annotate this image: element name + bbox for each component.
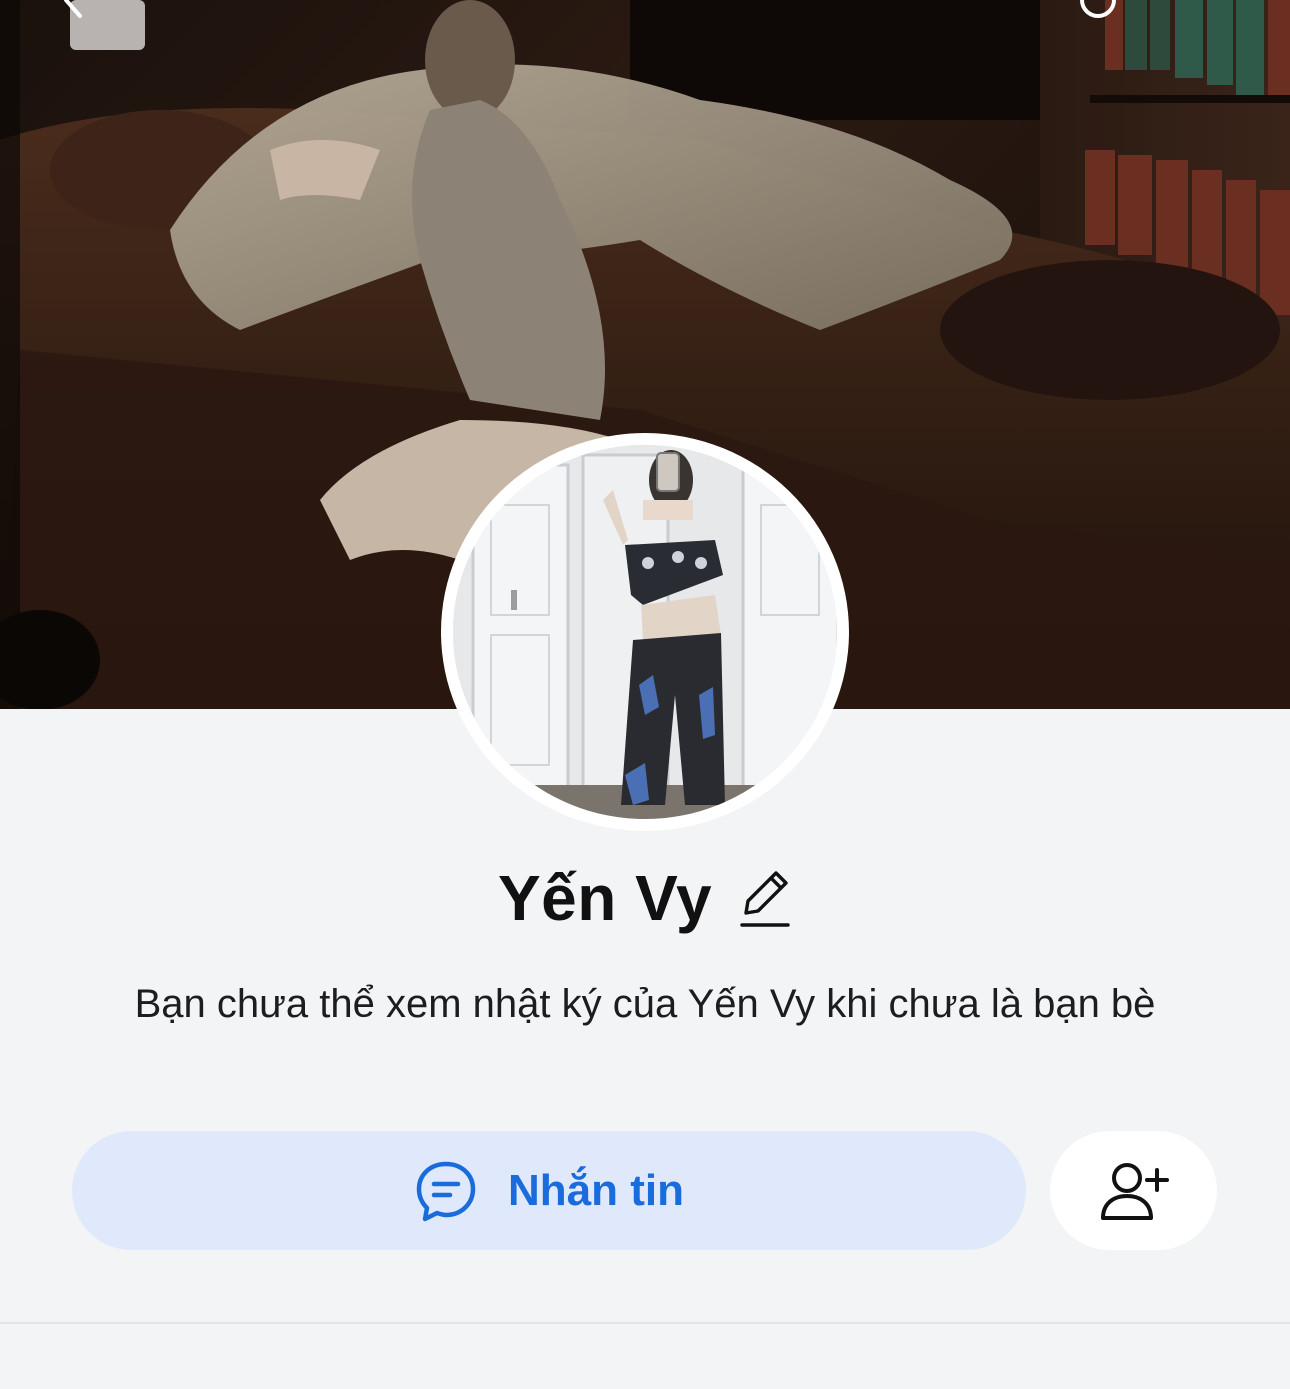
options-icon[interactable]: [1076, 0, 1120, 22]
message-button-label: Nhắn tin: [508, 1165, 684, 1215]
profile-name-row: Yến Vy: [0, 858, 1290, 938]
privacy-message: Bạn chưa thể xem nhật ký của Yến Vy khi …: [134, 982, 1156, 1026]
divider: [0, 1322, 1290, 1324]
pencil-icon[interactable]: [738, 869, 792, 931]
profile-name: Yến Vy: [497, 862, 713, 934]
back-icon[interactable]: [52, 0, 96, 22]
avatar-image: [453, 445, 837, 819]
add-friend-button[interactable]: [1050, 1131, 1217, 1250]
chat-bubble-icon: [416, 1161, 476, 1221]
add-friend-icon: [1100, 1162, 1169, 1220]
message-button[interactable]: Nhắn tin: [72, 1131, 1026, 1250]
avatar[interactable]: [441, 433, 849, 831]
